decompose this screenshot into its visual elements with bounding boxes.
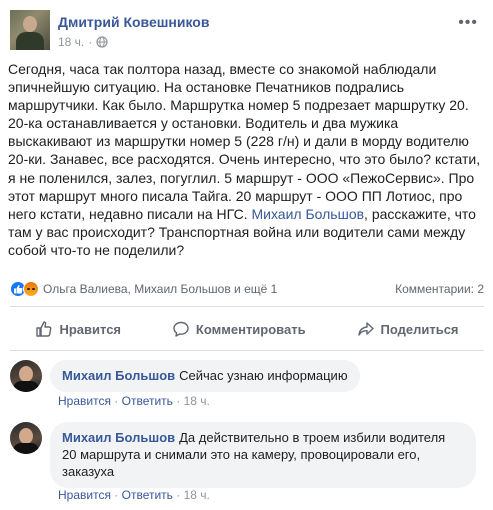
meta-separator: · (88, 35, 93, 49)
post-line: него кстати, недавно писали на НГС. Миха… (8, 205, 484, 223)
post-body: Сегодня, часа так полтора назад, вместе … (8, 60, 484, 259)
comment-time[interactable]: 18 ч. (184, 394, 210, 408)
post-line-end: , расскажите, что (364, 205, 476, 222)
comment-item: Михаил Большов Да действительно в троем и… (10, 422, 484, 506)
post-header: Дмитрий Ковешников 18 ч. · ••• (10, 6, 480, 58)
mention-link[interactable]: Михаил Большов (251, 206, 364, 222)
divider (10, 350, 484, 351)
post-meta: 18 ч. · (58, 35, 108, 49)
post-line: я не поленился, залез, погуглил. 5 маршр… (8, 169, 475, 186)
comment-actions: Нравится · Ответить · 18 ч. (58, 488, 210, 502)
post-author-name[interactable]: Дмитрий Ковешников (58, 14, 209, 30)
comment-author[interactable]: Михаил Большов (62, 368, 175, 383)
comment-bubble: Михаил Большов Сейчас узнаю информацию (50, 360, 360, 392)
comment-reply-link[interactable]: Ответить (122, 394, 173, 408)
like-label: Нравится (59, 321, 122, 337)
reactors-list[interactable]: Ольга Валиева, Михаил Большов и ещё 1 (43, 282, 277, 296)
comment-line: заказуха (62, 464, 115, 479)
reaction-icons[interactable] (10, 281, 39, 297)
post-line: 20-ки. Занавес, все расходятся. Очень ин… (8, 151, 481, 168)
post-line: там у вас происходит? Транспортная война… (8, 223, 466, 240)
post-line-start: него кстати, недавно писали на НГС. (8, 205, 248, 222)
thumbs-up-icon (36, 321, 52, 337)
share-label: Поделиться (380, 321, 459, 337)
comment-text: Сейчас узнаю информацию (179, 368, 348, 383)
comment-bubble: Михаил Большов Да действительно в троем и… (50, 422, 476, 488)
angry-icon (23, 281, 39, 297)
more-options-icon[interactable]: ••• (458, 14, 478, 32)
comments-count[interactable]: Комментарии: 2 (395, 282, 484, 296)
comment-time[interactable]: 18 ч. (184, 488, 210, 502)
comment-text: Да действительно в троем избили водителя (179, 430, 446, 445)
avatar[interactable] (10, 360, 42, 392)
divider (10, 306, 484, 307)
globe-icon (96, 36, 108, 48)
comment-actions: Нравится · Ответить · 18 ч. (58, 394, 210, 408)
reactions-bar: Ольга Валиева, Михаил Большов и ещё 1 Ко… (10, 278, 484, 300)
share-button[interactable]: Поделиться (349, 316, 467, 342)
post-line: выскакивают из маршрутки номер 5 (228 г/… (8, 133, 469, 150)
share-icon (357, 322, 374, 336)
comment-icon (173, 321, 189, 337)
comment-like-link[interactable]: Нравится (58, 394, 111, 408)
post-line: Сегодня, часа так полтора назад, вместе … (8, 61, 437, 77)
comment-item: Михаил Большов Сейчас узнаю информацию Нр… (10, 360, 484, 408)
comment-like-link[interactable]: Нравится (58, 488, 111, 502)
comment-line: 20 маршрута и снимали это на камеру, про… (62, 447, 421, 462)
comment-line: Михаил Большов Да действительно в троем и… (62, 429, 464, 446)
comment-reply-link[interactable]: Ответить (122, 488, 173, 502)
post-line: эпичнейшую ситуацию. На остановке Печатн… (8, 79, 405, 96)
comment-button[interactable]: Комментировать (164, 316, 314, 342)
like-button[interactable]: Нравится (27, 316, 129, 342)
comment-label: Комментировать (195, 321, 306, 337)
post-line: собой что-то не поделили? (8, 241, 185, 258)
post-line: маршрутчики. Как было. Маршрутка номер 5… (8, 97, 469, 114)
post-line: 20-ка останавливается у остановки. Водит… (8, 115, 399, 132)
post-line: этот маршрут много писала Тайга. 20 марш… (8, 187, 463, 204)
post-actions: Нравится Комментировать Поделиться (10, 314, 484, 344)
author-avatar[interactable] (10, 10, 50, 50)
post-time[interactable]: 18 ч. (58, 35, 84, 49)
comment-author[interactable]: Михаил Большов (62, 430, 175, 445)
avatar[interactable] (10, 422, 42, 454)
